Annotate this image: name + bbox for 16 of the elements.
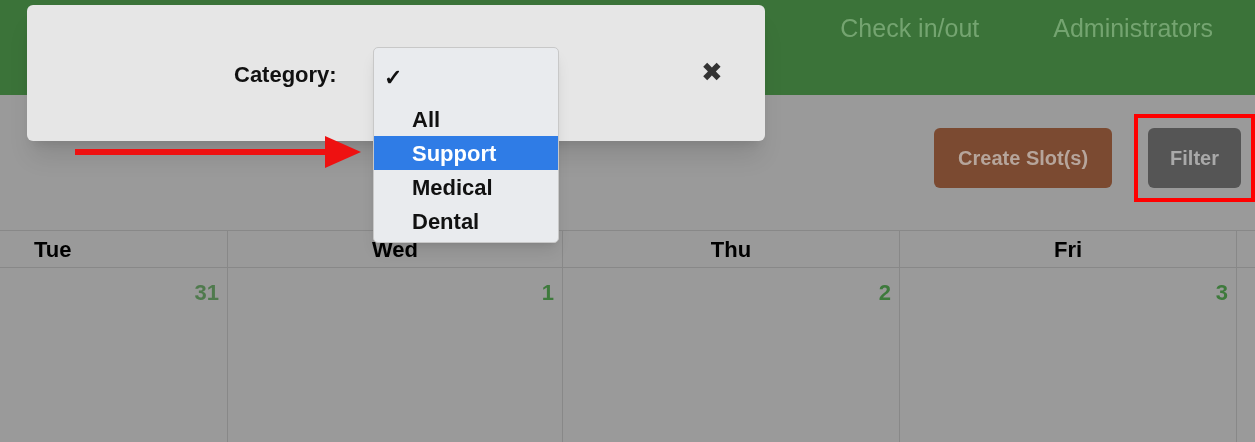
dropdown-option[interactable]: Medical — [374, 170, 558, 204]
weekday-header: Tue — [34, 235, 72, 264]
weekday-header: Wed — [371, 235, 418, 264]
dropdown-option[interactable]: Support — [374, 136, 558, 170]
day-number: 3 — [1215, 279, 1228, 307]
day-number: 31 — [194, 279, 219, 307]
dropdown-option[interactable]: ✓ — [374, 52, 558, 102]
day-number: 2 — [878, 279, 891, 307]
weekday-header: Fri — [1053, 235, 1083, 264]
dropdown-option[interactable]: All — [374, 102, 558, 136]
weekday-header: Thu — [710, 235, 752, 264]
day-number: 1 — [541, 279, 554, 307]
dropdown-option[interactable]: Dental — [374, 204, 558, 238]
checkmark: ✓ — [384, 64, 402, 90]
category-label: Category: — [234, 61, 337, 89]
close-button[interactable]: ✖ — [701, 53, 723, 92]
